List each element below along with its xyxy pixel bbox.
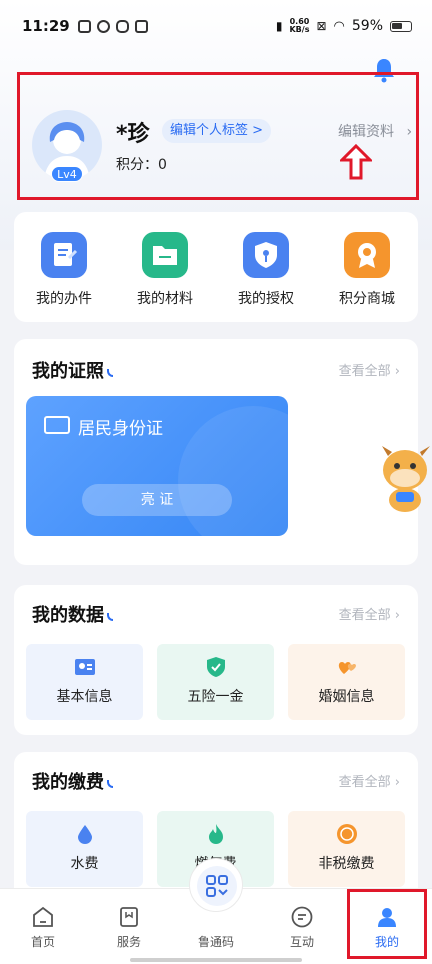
- home-indicator: [130, 958, 302, 962]
- tile-label: 婚姻信息: [318, 689, 375, 705]
- water-drop-icon: [74, 823, 96, 845]
- username: *珍: [116, 122, 150, 147]
- see-all-data-link[interactable]: 查看全部 ›: [339, 604, 400, 623]
- status-time: 11:29: [22, 17, 70, 35]
- show-certificate-button[interactable]: 亮 证: [82, 484, 232, 516]
- link-notification-icon: [96, 19, 110, 33]
- quick-action-label: 我的办件: [36, 291, 92, 307]
- quick-action-points-mall[interactable]: 积分商城: [322, 232, 412, 308]
- see-all-payments-link[interactable]: 查看全部 ›: [339, 771, 400, 790]
- nav-service[interactable]: 服务: [99, 905, 159, 950]
- mine-highlight-box: [347, 889, 427, 959]
- payment-tile-non-tax[interactable]: 非税缴费: [288, 811, 405, 887]
- folder-icon: [142, 232, 188, 278]
- battery-icon: [390, 20, 412, 32]
- no-sim-icon: ⊠: [316, 19, 327, 33]
- tax-coin-icon: [336, 823, 358, 845]
- nav-code-button[interactable]: [189, 858, 243, 912]
- chat-icon: [290, 905, 314, 929]
- level-badge: Lv4: [51, 166, 83, 182]
- flame-icon: [205, 823, 227, 845]
- message-notification-icon: [134, 19, 148, 33]
- insurance-shield-icon: [205, 656, 227, 678]
- app-notification-icon: [77, 19, 91, 33]
- mascot-cow-icon[interactable]: [378, 442, 432, 514]
- nav-service-label: 服务: [116, 935, 141, 949]
- data-tile-basic-info[interactable]: 基本信息: [26, 644, 143, 720]
- chevron-right-icon: ›: [406, 124, 413, 140]
- network-speed-unit: KB/s: [289, 25, 310, 34]
- quick-actions-card: 我的办件 我的材料 我的授权 积分商城: [14, 212, 418, 322]
- tile-label: 水费: [70, 856, 99, 872]
- network-speed: 0.60 KB/s: [289, 18, 309, 34]
- qr-code-icon: [206, 875, 228, 897]
- id-card-icon: [74, 656, 96, 678]
- nav-code[interactable]: 鲁通码: [186, 933, 246, 950]
- medal-icon: [344, 232, 390, 278]
- battery-percent: 59%: [351, 18, 383, 34]
- id-card-title: 居民身份证: [78, 419, 163, 439]
- shield-key-icon: [243, 232, 289, 278]
- quick-action-label: 积分商城: [339, 291, 395, 307]
- vibrate-icon: ▮: [275, 19, 283, 33]
- id-card-tile[interactable]: 居民身份证 亮 证: [26, 396, 288, 536]
- nav-interact[interactable]: 互动: [272, 905, 332, 950]
- nav-interact-label: 互动: [289, 935, 314, 949]
- id-card-icon: [44, 416, 70, 434]
- quick-action-label: 我的材料: [137, 291, 193, 307]
- hearts-icon: [336, 656, 358, 678]
- wifi-icon: ◠: [333, 18, 345, 34]
- certificates-card: 我的证照 查看全部 › 居民身份证 亮 证: [14, 339, 418, 565]
- status-bar: 11:29 ▮ 0.60 KB/s ⊠ ◠ 59%: [0, 0, 432, 52]
- quick-action-my-cases[interactable]: 我的办件: [19, 232, 109, 308]
- nav-code-label: 鲁通码: [197, 935, 234, 949]
- payment-tile-water[interactable]: 水费: [26, 811, 143, 887]
- document-edit-icon: [41, 232, 87, 278]
- data-tile-marriage[interactable]: 婚姻信息: [288, 644, 405, 720]
- tile-label: 基本信息: [56, 689, 113, 705]
- quick-action-my-materials[interactable]: 我的材料: [120, 232, 210, 308]
- home-icon: [31, 905, 55, 929]
- face-notification-icon: [115, 19, 129, 33]
- red-arrow-up-icon: [340, 144, 372, 180]
- section-title: 我的证照: [32, 357, 113, 383]
- my-data-title: 我的数据: [32, 605, 104, 626]
- tile-label: 五险一金: [187, 689, 244, 705]
- nav-home[interactable]: 首页: [13, 905, 73, 950]
- my-data-card: 我的数据 查看全部 › 基本信息 五险一金 婚姻信息: [14, 585, 418, 735]
- see-all-label: 查看全部: [338, 364, 391, 379]
- quick-action-label: 我的授权: [238, 291, 294, 307]
- nav-home-label: 首页: [30, 935, 55, 949]
- edit-tag-button[interactable]: 编辑个人标签 >: [162, 119, 272, 143]
- see-all-label: 查看全部: [338, 775, 391, 790]
- edit-profile-link[interactable]: 编辑资料 ›: [338, 121, 412, 141]
- bookmark-icon: [117, 905, 141, 929]
- section-title: 我的缴费: [32, 768, 113, 794]
- certificates-title: 我的证照: [32, 361, 104, 382]
- see-all-label: 查看全部: [338, 608, 391, 623]
- notification-icons: [77, 19, 148, 33]
- data-tile-insurance[interactable]: 五险一金: [157, 644, 274, 720]
- section-title: 我的数据: [32, 601, 113, 627]
- edit-profile-label: 编辑资料: [338, 124, 394, 140]
- points-label: 积分：0: [116, 157, 167, 173]
- quick-action-my-authorization[interactable]: 我的授权: [221, 232, 311, 308]
- tile-label: 非税缴费: [318, 856, 375, 872]
- see-all-certificates-link[interactable]: 查看全部 ›: [339, 360, 400, 379]
- payments-title: 我的缴费: [32, 772, 104, 793]
